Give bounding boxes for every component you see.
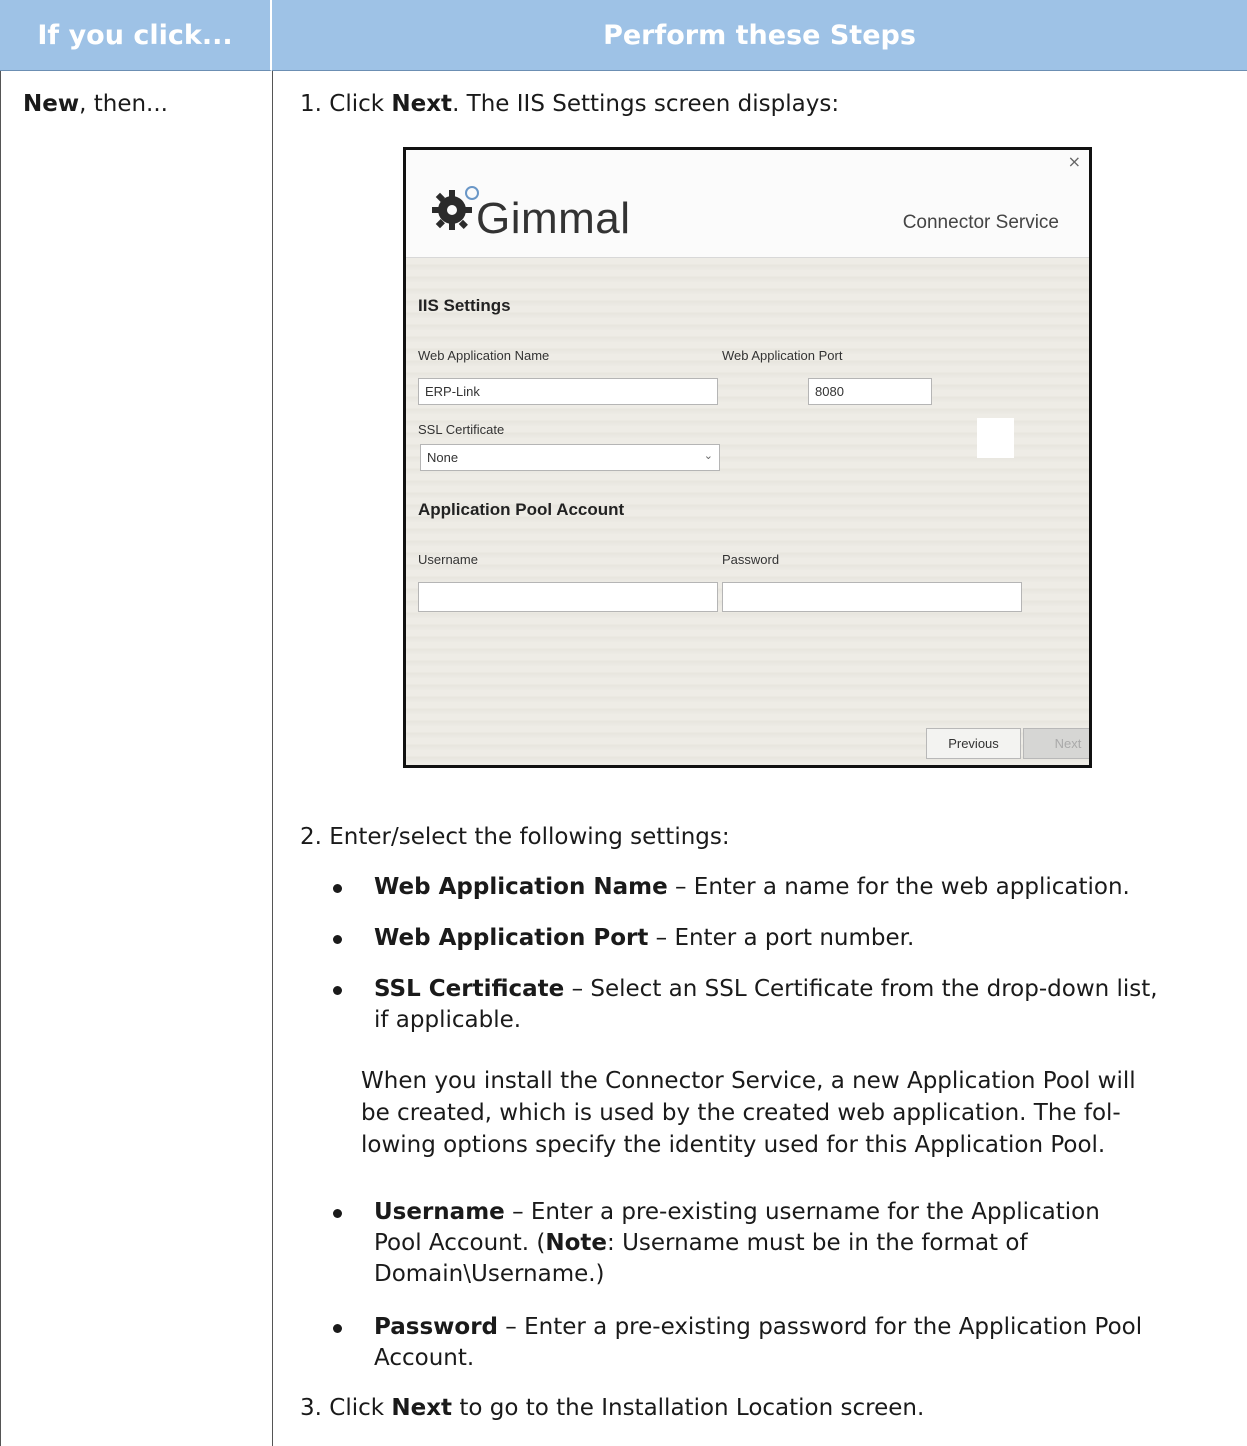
step-3: 3. Click Next to go to the Installation … [300,1392,924,1424]
label-ssl-certificate: SSL Certificate [418,422,505,437]
username-input[interactable] [418,582,718,612]
label-web-app-port: Web Application Port [722,348,843,363]
paragraph-line: be created, which is used by the created… [361,1100,1121,1126]
bullet-bold: Username [374,1199,505,1225]
section-iis-settings: IIS Settings [418,296,511,315]
web-app-name-input[interactable]: ERP-Link [418,378,718,405]
bullet-dot [333,1324,342,1333]
bullet-rest-line2: if applicable. [374,1007,522,1033]
bullet-rest: – Enter a port number. [648,925,915,951]
bullet-rest: – Enter a name for the web application. [667,874,1130,900]
step-2: 2. Enter/select the following settings: [300,824,730,850]
left-cell-then: , then... [79,91,168,117]
step-1-bold: Next [391,91,453,117]
column-header-if-you-click: If you click... [0,0,272,71]
bullet-bold: Web Application Name [374,874,668,900]
bullet-web-app-name: Web Application Name – Enter a name for … [333,872,1226,903]
application-pool-paragraph: When you install the Connector Service, … [361,1065,1136,1161]
next-button[interactable]: Next [1023,728,1089,759]
bullet-bold: SSL Certificate [374,976,565,1002]
bullet-bold: Web Application Port [374,925,649,951]
product-name: Connector Service [902,212,1059,233]
table-left-border [0,71,1,1446]
step-3-bold: Next [391,1395,453,1421]
step-1-prefix: 1. Click [300,91,392,117]
bullet-web-app-port: Web Application Port – Enter a port numb… [333,923,1226,954]
label-username: Username [418,552,478,567]
bullet-rest-line2: Account. [374,1345,475,1371]
label-password: Password [722,552,780,567]
bullet-dot [333,986,342,995]
bullet-dot [333,1209,342,1218]
bullet-bold: Password [374,1314,498,1340]
gimmal-logo: Gimmal [428,168,688,243]
chevron-down-icon: ⌄ [703,450,713,462]
iis-settings-screenshot: × Gimmal Connector Service IIS Settings … [403,147,1092,768]
close-icon[interactable]: × [1068,152,1081,171]
bullet-ssl-certificate: SSL Certificate – Select an SSL Certific… [333,974,1226,1036]
ssl-selected-value: None [427,450,459,465]
web-app-port-input[interactable]: 8080 [808,378,932,405]
bullet-username: Username – Enter a pre-existing username… [333,1197,1226,1290]
bullet-rest: – Select an SSL Certificate from the dro… [564,976,1158,1002]
bullet-dot [333,884,342,893]
password-input[interactable] [722,582,1022,612]
left-cell-new: New [23,91,80,117]
label-web-app-name: Web Application Name [418,348,550,363]
step-1-rest: . The IIS Settings screen displays: [452,91,840,117]
step-3-prefix: 3. Click [300,1395,392,1421]
step-3-rest: to go to the Installation Location scree… [452,1395,925,1421]
left-cell-text: New, then... [23,88,168,120]
table-column-divider [272,71,273,1446]
bullet-rest-line3: Domain\Username.) [374,1261,605,1287]
blank-square [977,418,1014,458]
ssl-certificate-select[interactable]: None ⌄ [420,444,720,471]
installer-header: × Gimmal Connector Service [406,150,1089,258]
step-1: 1. Click Next. The IIS Settings screen d… [300,88,839,120]
bullet-rest-line2b: : Username must be in the format of [607,1230,1028,1256]
logo-text: Gimmal [476,194,631,243]
previous-button[interactable]: Previous [926,728,1021,759]
paragraph-line: lowing options specify the identity used… [361,1132,1106,1158]
bullet-rest: – Enter a pre-existing password for the … [498,1314,1143,1340]
paragraph-line: When you install the Connector Service, … [361,1068,1136,1094]
note-bold: Note [545,1230,608,1256]
bullet-rest-line2: Pool Account. ( [374,1230,546,1256]
bullet-rest: – Enter a pre-existing username for the … [504,1199,1100,1225]
section-application-pool-account: Application Pool Account [418,500,625,519]
bullet-dot [333,935,342,944]
installer-body: IIS Settings Web Application Name Web Ap… [406,258,1089,765]
bullet-password: Password – Enter a pre-existing password… [333,1312,1226,1374]
column-header-perform-steps: Perform these Steps [272,0,1247,71]
